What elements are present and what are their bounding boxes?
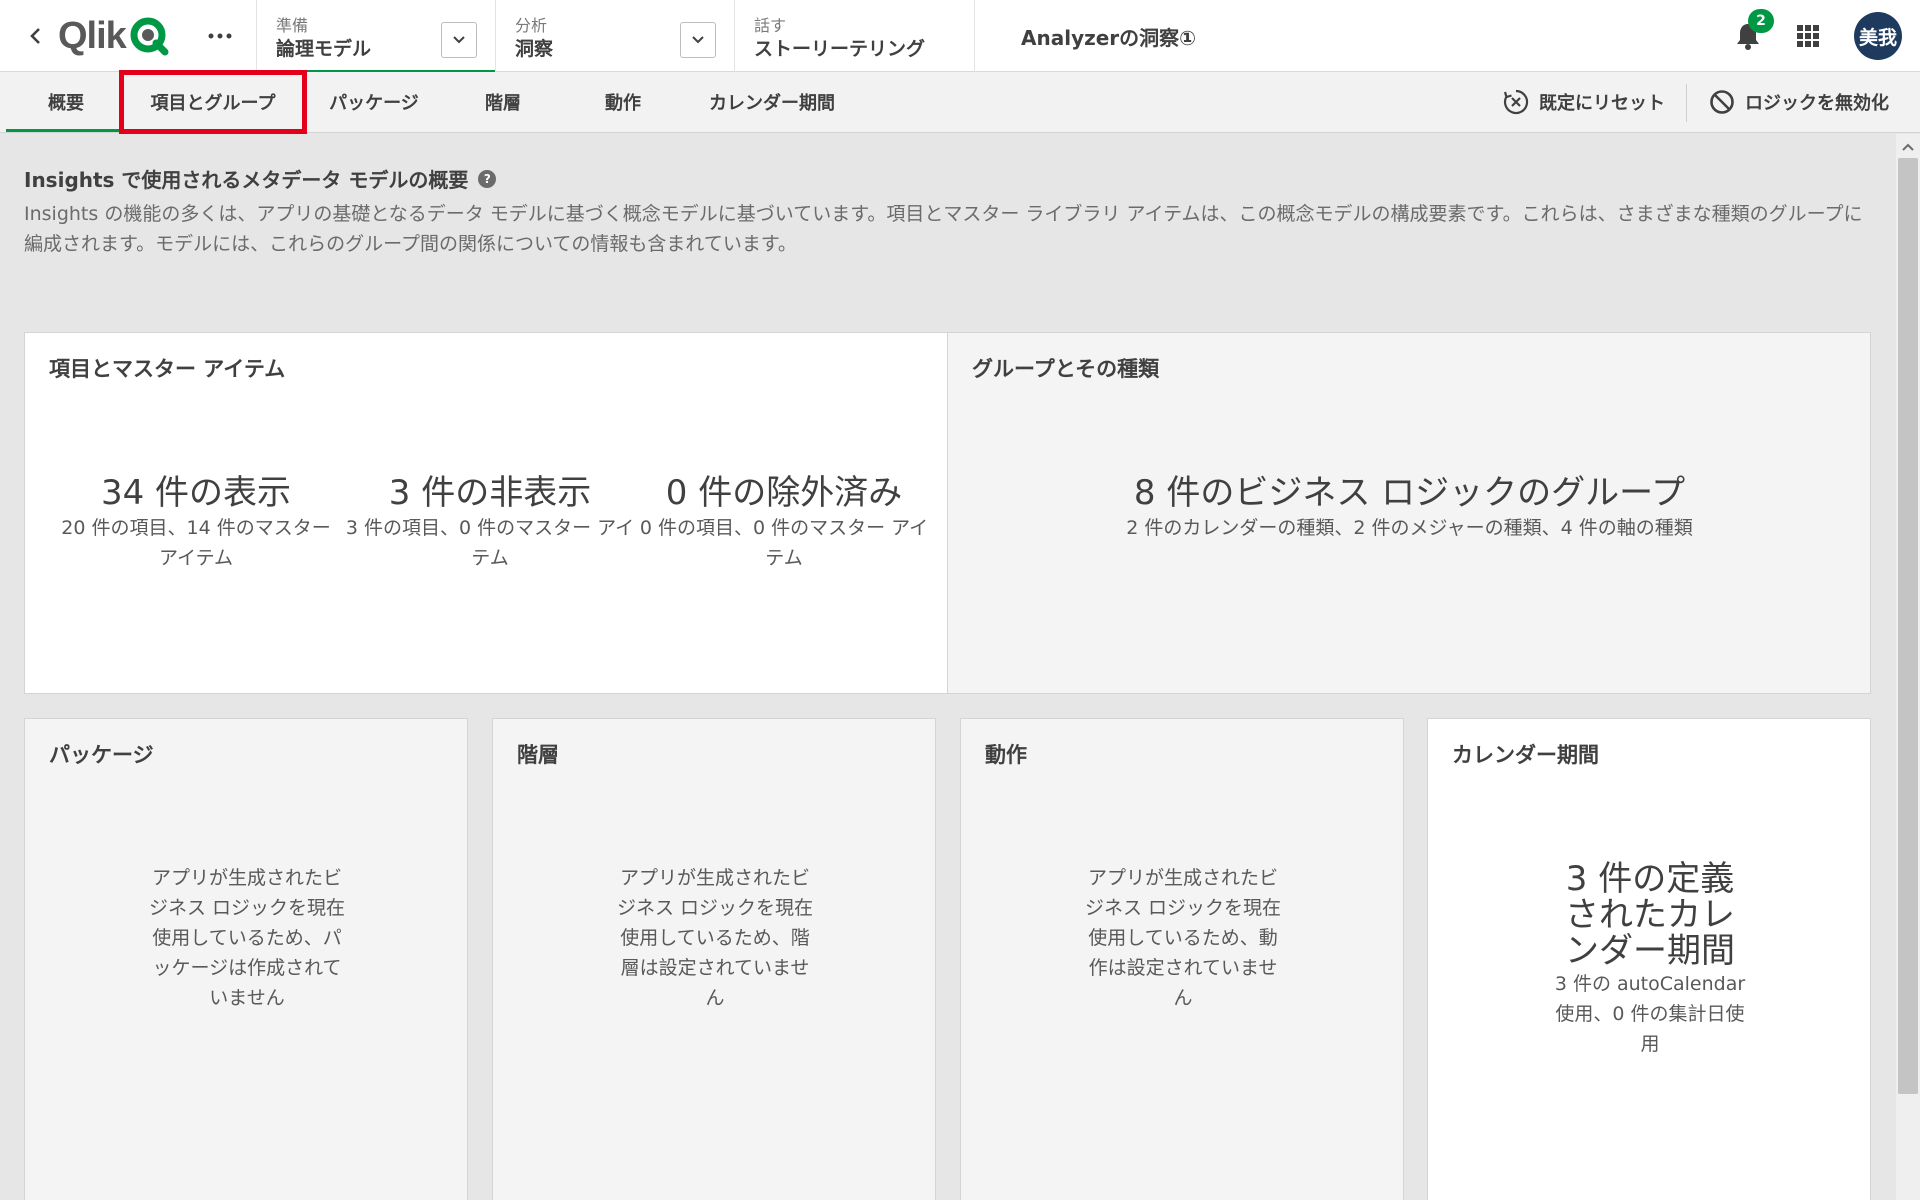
qlik-logo-text: Qlik xyxy=(58,15,127,57)
reset-to-default-button[interactable]: 既定にリセット xyxy=(1503,82,1665,122)
chevron-left-icon xyxy=(30,28,40,44)
tab-behaviors[interactable]: 動作 xyxy=(568,72,678,132)
back-button[interactable] xyxy=(18,18,54,54)
stat-main: 3 件の非表示 xyxy=(388,473,592,513)
action-divider xyxy=(1686,84,1687,122)
scroll-up-button[interactable] xyxy=(1899,138,1917,156)
help-icon[interactable]: ? xyxy=(478,169,497,188)
disable-logic-button[interactable]: ロジックを無効化 xyxy=(1709,82,1889,122)
notification-count-badge: 2 xyxy=(1748,9,1774,33)
nav-analyze[interactable]: 分析 洞察 xyxy=(495,0,734,72)
tab-hierarchies[interactable]: 階層 xyxy=(448,72,558,132)
top-bar: Qlik 準備 論理モデル 分析 洞察 話す ストーリーテリング Analyze… xyxy=(0,0,1920,73)
card-title: 動作 xyxy=(985,743,1027,767)
card-title: カレンダー期間 xyxy=(1452,743,1599,767)
overview-heading-text: Insights で使用されるメタデータ モデルの概要 xyxy=(24,168,469,192)
nav-narrate[interactable]: 話す ストーリーテリング xyxy=(734,0,974,72)
nav-prepare-value: 論理モデル xyxy=(276,38,372,60)
card-title: パッケージ xyxy=(49,743,154,767)
hierarchies-message: アプリが生成されたビジネス ロジックを現在使用しているため、階層は設定されていま… xyxy=(616,867,814,1009)
nav-divider xyxy=(974,0,975,72)
behaviors-card[interactable]: 動作 アプリが生成されたビジネス ロジックを現在使用しているため、動作は設定され… xyxy=(960,718,1404,1200)
groups-and-types-card[interactable]: グループとその種類 8 件のビジネス ロジックのグループ 2 件のカレンダーの種… xyxy=(948,332,1871,694)
fields-and-master-items-card[interactable]: 項目とマスター アイテム 34 件の表示 20 件の項目、14 件のマスター ア… xyxy=(24,332,948,694)
nav-narrate-value: ストーリーテリング xyxy=(754,38,926,60)
stat-sub: 3 件の autoCalendar 使用、0 件の集計日使用 xyxy=(1554,973,1746,1055)
chevron-down-icon xyxy=(692,36,704,44)
reset-to-default-label: 既定にリセット xyxy=(1539,93,1665,114)
tab-overview[interactable]: 概要 xyxy=(6,72,126,132)
calendar-periods-stat: 3 件の定義されたカレンダー期間 3 件の autoCalendar 使用、0 … xyxy=(1550,861,1750,1059)
chevron-down-icon xyxy=(453,36,465,44)
stat-main: 34 件の表示 xyxy=(100,473,292,513)
stat-main: 3 件の定義されたカレンダー期間 xyxy=(1565,859,1735,971)
scroll-up-icon xyxy=(1902,143,1914,151)
overview-heading: Insights で使用されるメタデータ モデルの概要 ? xyxy=(24,164,497,193)
visible-stat: 34 件の表示 20 件の項目、14 件のマスター アイテム xyxy=(49,473,343,573)
hierarchies-card[interactable]: 階層 アプリが生成されたビジネス ロジックを現在使用しているため、階層は設定され… xyxy=(492,718,936,1200)
tab-calendar-periods[interactable]: カレンダー期間 xyxy=(688,72,856,132)
apps-menu-button[interactable] xyxy=(1790,18,1826,54)
more-icon xyxy=(208,33,232,39)
calendar-periods-card[interactable]: カレンダー期間 3 件の定義されたカレンダー期間 3 件の autoCalend… xyxy=(1427,718,1871,1200)
stat-sub: 3 件の項目、0 件のマスター アイテム xyxy=(345,517,635,569)
reset-icon xyxy=(1503,89,1529,115)
stat-sub: 0 件の項目、0 件のマスター アイテム xyxy=(639,517,929,569)
nav-analyze-value: 洞察 xyxy=(515,38,554,60)
card-title: 階層 xyxy=(517,743,559,767)
stat-main: 8 件のビジネス ロジックのグループ xyxy=(1133,473,1686,513)
excluded-stat: 0 件の除外済み 0 件の項目、0 件のマスター アイテム xyxy=(637,473,931,573)
packages-message: アプリが生成されたビジネス ロジックを現在使用しているため、パッケージは作成され… xyxy=(148,867,346,1009)
more-button[interactable] xyxy=(200,18,240,54)
qlik-logo-icon xyxy=(130,17,169,56)
overview-description: Insights の機能の多くは、アプリの基礎となるデータ モデルに基づく概念モ… xyxy=(24,203,1863,255)
packages-card[interactable]: パッケージ アプリが生成されたビジネス ロジックを現在使用しているため、パッケー… xyxy=(24,718,468,1200)
stat-main: 0 件の除外済み xyxy=(665,473,903,513)
scrollbar-thumb[interactable] xyxy=(1898,158,1918,1094)
app-title[interactable]: Analyzerの洞察① xyxy=(1021,22,1196,51)
tab-bar: 概要 項目とグループ パッケージ 階層 動作 カレンダー期間 既定にリセット ロ… xyxy=(0,70,1920,134)
disable-logic-label: ロジックを無効化 xyxy=(1745,93,1889,114)
stat-sub: 2 件のカレンダーの種類、2 件のメジャーの種類、4 件の軸の種類 xyxy=(1126,517,1693,539)
nav-narrate-label: 話す xyxy=(754,16,787,35)
card-title: 項目とマスター アイテム xyxy=(49,357,286,381)
disable-icon xyxy=(1710,90,1734,114)
stat-sub: 20 件の項目、14 件のマスター アイテム xyxy=(61,517,331,569)
qlik-logo[interactable]: Qlik xyxy=(58,14,169,58)
apps-grid-icon xyxy=(1797,25,1819,47)
hidden-stat: 3 件の非表示 3 件の項目、0 件のマスター アイテム xyxy=(343,473,637,573)
nav-prepare-label: 準備 xyxy=(276,16,309,35)
user-avatar[interactable]: 美我 xyxy=(1854,12,1902,60)
nav-prepare-dropdown[interactable] xyxy=(441,22,477,58)
tab-packages[interactable]: パッケージ xyxy=(310,72,438,132)
nav-analyze-dropdown[interactable] xyxy=(680,22,716,58)
tab-fields-and-groups[interactable]: 項目とグループ xyxy=(119,70,307,134)
business-logic-groups-stat: 8 件のビジネス ロジックのグループ 2 件のカレンダーの種類、2 件のメジャー… xyxy=(1008,473,1811,543)
card-title: グループとその種類 xyxy=(972,357,1160,381)
behaviors-message: アプリが生成されたビジネス ロジックを現在使用しているため、動作は設定されていま… xyxy=(1084,867,1282,1009)
nav-analyze-label: 分析 xyxy=(515,16,548,35)
nav-prepare[interactable]: 準備 論理モデル xyxy=(256,0,495,73)
